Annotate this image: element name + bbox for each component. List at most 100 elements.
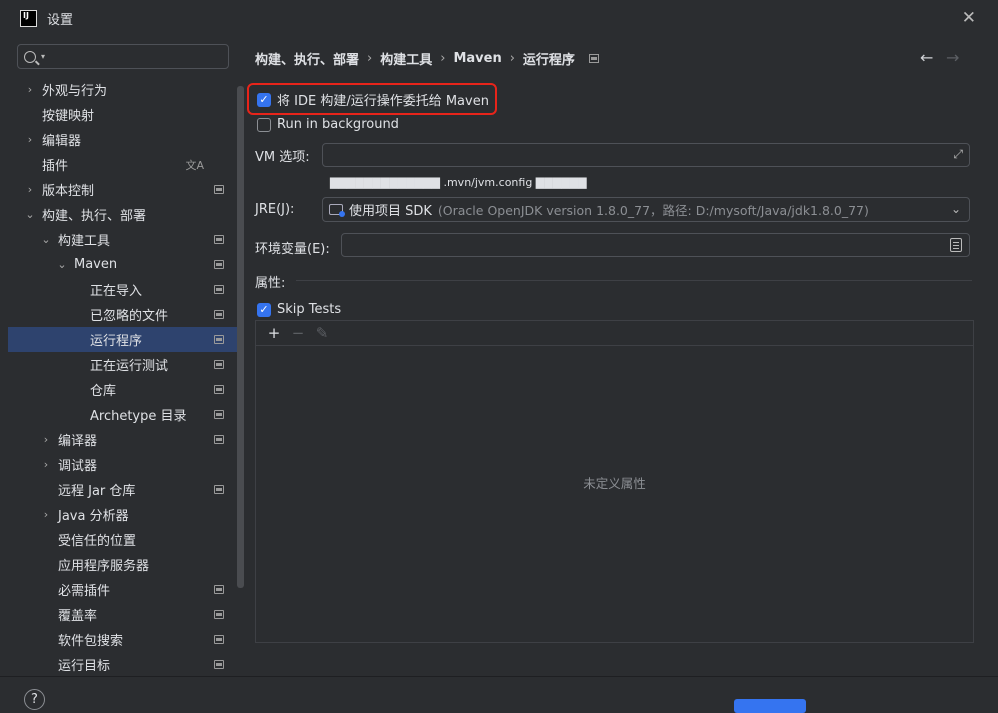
chevron-down-icon[interactable]: ⌄ — [951, 202, 961, 216]
search-box[interactable]: ▾ — [17, 44, 229, 69]
title-bar: IJ 设置 ✕ — [0, 0, 998, 36]
search-input[interactable] — [49, 48, 220, 65]
skip-tests-label: Skip Tests — [277, 302, 342, 317]
sidebar-item[interactable]: 覆盖率 — [8, 602, 238, 627]
section-divider — [296, 280, 972, 281]
help-button[interactable]: ? — [24, 689, 45, 710]
chevron-right-icon[interactable]: › — [40, 433, 52, 446]
sidebar-item-label: 构建工具 — [58, 234, 111, 249]
delegate-to-maven-checkbox[interactable]: ✓ — [257, 92, 271, 107]
chevron-down-icon[interactable]: ⌄ — [56, 258, 68, 271]
sidebar-item[interactable]: ⌄ Maven — [8, 252, 238, 277]
sidebar-item[interactable]: Archetype 目录 — [8, 402, 238, 427]
sidebar-item-label: 插件 — [42, 159, 69, 174]
ok-button[interactable] — [734, 699, 806, 713]
breadcrumb-separator: › — [367, 51, 373, 66]
sidebar-item[interactable]: 仓库 — [8, 377, 238, 402]
breadcrumb-item[interactable]: 运行程序 — [523, 49, 575, 68]
sidebar-item-label: 调试器 — [58, 459, 98, 474]
sidebar-item[interactable]: 应用程序服务器 — [8, 552, 238, 577]
breadcrumb-item[interactable]: 构建、执行、部署 — [255, 49, 359, 68]
project-scope-icon — [214, 185, 224, 194]
empty-properties-text: 未定义属性 — [583, 476, 646, 491]
edit-icon[interactable]: ✎ — [310, 324, 334, 342]
remove-icon[interactable]: − — [286, 324, 310, 342]
sidebar-item-label: 远程 Jar 仓库 — [58, 484, 136, 499]
sidebar-item-label: 按键映射 — [42, 109, 95, 124]
sidebar-item-label: 应用程序服务器 — [58, 559, 150, 574]
sidebar-item-label: Maven — [74, 257, 118, 272]
sidebar-item-label: 外观与行为 — [42, 84, 108, 99]
add-icon[interactable]: + — [262, 324, 286, 342]
breadcrumb-item[interactable]: 构建工具 — [380, 49, 432, 68]
sidebar-item[interactable]: 受信任的位置 — [8, 527, 238, 552]
project-scope-icon — [214, 385, 224, 394]
expand-icon[interactable]: ⤢ — [953, 147, 963, 162]
jre-select[interactable]: 使用项目 SDK (Oracle OpenJDK version 1.8.0_7… — [322, 197, 970, 222]
sidebar-item-label: 覆盖率 — [58, 609, 98, 624]
sidebar-item[interactable]: › 外观与行为 — [8, 77, 238, 102]
project-scope-icon — [214, 335, 224, 344]
chevron-down-icon[interactable]: ▾ — [41, 52, 45, 61]
env-vars-input[interactable] — [341, 233, 970, 257]
sidebar-item-label: 编译器 — [58, 434, 98, 449]
sidebar-item[interactable]: › Java 分析器 — [8, 502, 238, 527]
sidebar-item-label: 构建、执行、部署 — [42, 209, 147, 224]
sidebar-item[interactable]: 正在导入 — [8, 277, 238, 302]
project-scope-icon — [588, 54, 599, 63]
jre-selected-detail: (Oracle OpenJDK version 1.8.0_77，路径: D:/… — [437, 203, 869, 218]
sidebar-item-label: 已忽略的文件 — [90, 309, 169, 324]
sidebar-item[interactable]: 运行程序 — [8, 327, 238, 352]
sidebar-item[interactable]: 必需插件 — [8, 577, 238, 602]
settings-sidebar: ▾ › 外观与行为 按键映射 › 编辑器 插件 文A › 版本控制 ⌄ 构建、执行、部署 ⌄ 构建工具 ⌄… — [8, 36, 244, 677]
chevron-down-icon[interactable]: ⌄ — [40, 233, 52, 246]
project-scope-icon — [214, 485, 224, 494]
vm-options-label: VM 选项: — [255, 150, 310, 165]
project-scope-icon — [214, 660, 224, 669]
close-icon[interactable]: ✕ — [962, 8, 976, 28]
chevron-down-icon[interactable]: ⌄ — [24, 208, 36, 221]
run-in-background-label: Run in background — [277, 117, 399, 132]
sidebar-item[interactable]: 正在运行测试 — [8, 352, 238, 377]
sidebar-scrollbar[interactable] — [237, 86, 244, 588]
edit-list-icon[interactable] — [950, 238, 962, 252]
chevron-right-icon[interactable]: › — [24, 183, 36, 196]
run-in-background-checkbox[interactable] — [257, 117, 271, 132]
breadcrumb-item[interactable]: Maven — [453, 51, 501, 66]
project-scope-icon — [214, 310, 224, 319]
chevron-right-icon[interactable]: › — [40, 458, 52, 471]
sidebar-item[interactable]: › 编辑器 — [8, 127, 238, 152]
sidebar-item[interactable]: 运行目标 — [8, 652, 238, 677]
delegate-to-maven-label: 将 IDE 构建/运行操作委托给 Maven — [277, 94, 489, 109]
run-in-background-option[interactable]: Run in background — [257, 117, 399, 132]
back-arrow-icon[interactable]: ← — [920, 48, 933, 67]
translate-icon: 文A — [185, 159, 204, 172]
sidebar-item[interactable]: › 调试器 — [8, 452, 238, 477]
delegate-to-maven-option[interactable]: ✓ 将 IDE 构建/运行操作委托给 Maven — [257, 90, 489, 109]
breadcrumb-separator: › — [509, 51, 515, 66]
sidebar-item[interactable]: › 版本控制 — [8, 177, 238, 202]
vm-options-hint: ▇▇▇▇▇▇▇▇▇▇▇▇▇ .mvn/jvm.config ▇▇▇▇▇▇ — [330, 176, 587, 189]
properties-table: + − ✎ 未定义属性 — [255, 320, 974, 643]
sidebar-item[interactable]: 按键映射 — [8, 102, 238, 127]
sidebar-item[interactable]: 远程 Jar 仓库 — [8, 477, 238, 502]
chevron-right-icon[interactable]: › — [24, 83, 36, 96]
properties-toolbar: + − ✎ — [256, 321, 973, 346]
skip-tests-option[interactable]: ✓ Skip Tests — [257, 302, 341, 317]
chevron-right-icon[interactable]: › — [24, 133, 36, 146]
sidebar-item[interactable]: ⌄ 构建工具 — [8, 227, 238, 252]
sidebar-item-label: 正在导入 — [90, 284, 143, 299]
skip-tests-checkbox[interactable]: ✓ — [257, 302, 271, 317]
sidebar-item[interactable]: 软件包搜索 — [8, 627, 238, 652]
sidebar-item[interactable]: ⌄ 构建、执行、部署 — [8, 202, 238, 227]
sidebar-item[interactable]: 已忽略的文件 — [8, 302, 238, 327]
forward-arrow-icon[interactable]: → — [946, 48, 959, 67]
sidebar-item[interactable]: › 编译器 — [8, 427, 238, 452]
sidebar-item-label: Archetype 目录 — [90, 409, 187, 424]
window-title: 设置 — [47, 12, 74, 28]
dialog-footer: ? — [0, 676, 998, 713]
chevron-right-icon[interactable]: › — [40, 508, 52, 521]
sidebar-item-label: 软件包搜索 — [58, 634, 124, 649]
sidebar-item[interactable]: 插件 文A — [8, 152, 238, 177]
vm-options-input[interactable]: ⤢ — [322, 143, 970, 167]
